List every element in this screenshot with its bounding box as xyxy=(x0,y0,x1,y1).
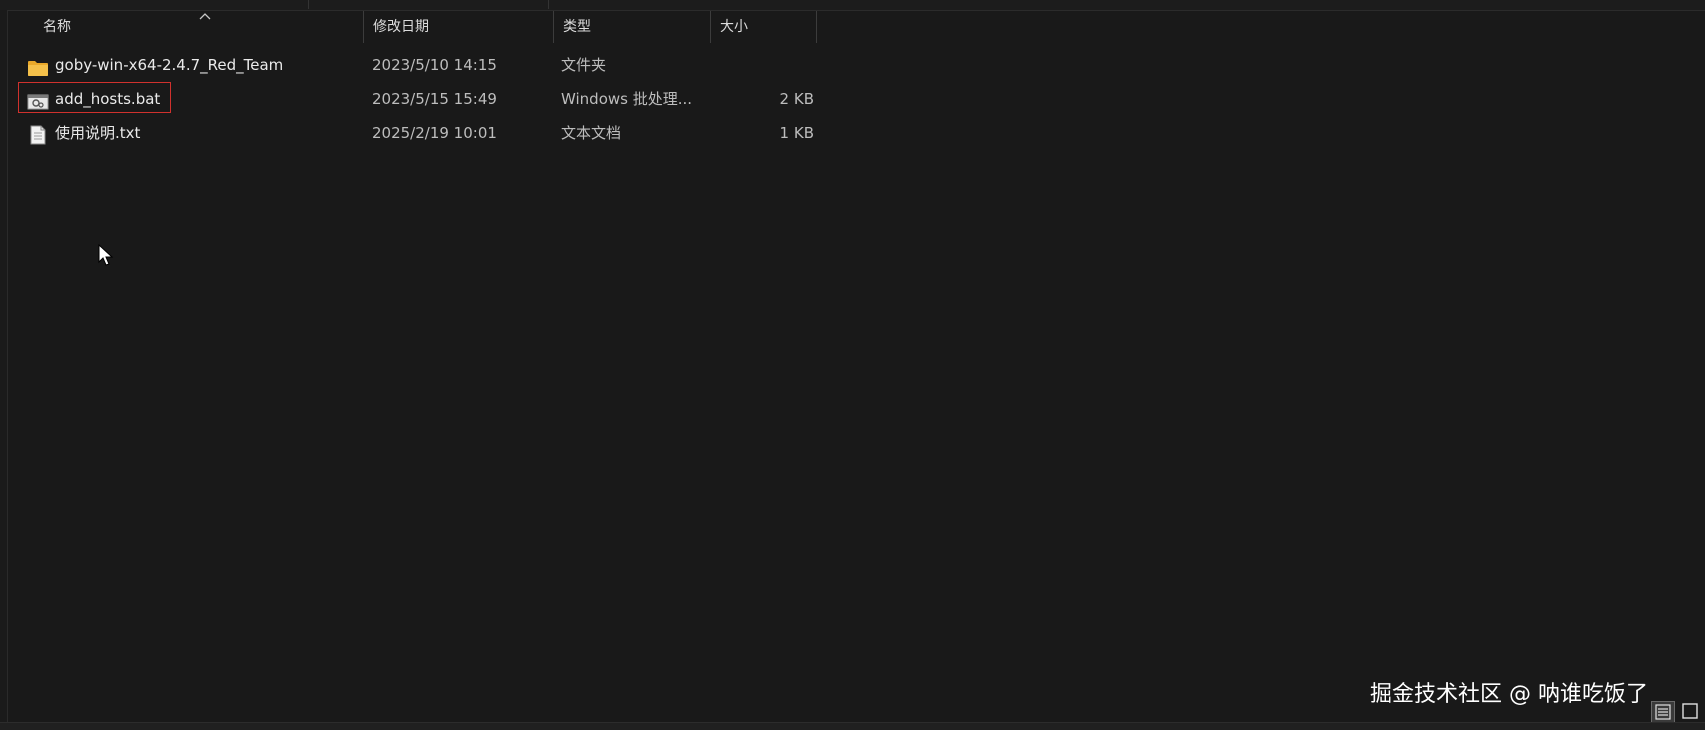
title-strip xyxy=(0,0,1705,11)
details-view-icon[interactable] xyxy=(1651,701,1675,723)
highlight-annotation-box xyxy=(18,82,171,113)
status-bar xyxy=(0,722,1705,730)
column-header-size[interactable]: 大小 xyxy=(711,11,817,43)
large-icons-view-icon[interactable] xyxy=(1679,701,1703,723)
list-item[interactable]: goby-win-x64-2.4.7_Red_Team 2023/5/10 14… xyxy=(8,49,818,81)
file-type: 文本文档 xyxy=(561,124,622,142)
mouse-cursor-icon xyxy=(98,243,114,272)
column-header-bar: 名称 修改日期 类型 大小 xyxy=(8,11,1705,43)
column-header-type[interactable]: 类型 xyxy=(554,11,710,43)
file-type: 文件夹 xyxy=(561,56,607,74)
column-header-date[interactable]: 修改日期 xyxy=(364,11,554,43)
navigation-pane-edge xyxy=(0,10,8,722)
file-date: 2025/2/19 10:01 xyxy=(372,124,497,142)
file-name: goby-win-x64-2.4.7_Red_Team xyxy=(55,56,284,74)
column-header-date-label: 修改日期 xyxy=(373,19,429,35)
file-date: 2023/5/15 15:49 xyxy=(372,90,497,108)
sort-up-icon xyxy=(199,11,211,23)
column-divider[interactable] xyxy=(816,11,817,43)
file-name: 使用说明.txt xyxy=(55,124,141,142)
file-date: 2023/5/10 14:15 xyxy=(372,56,497,74)
text-file-icon xyxy=(27,124,47,145)
list-item[interactable]: 使用说明.txt 2025/2/19 10:01 文本文档 1 KB xyxy=(8,117,818,149)
column-header-size-label: 大小 xyxy=(720,19,748,35)
file-size: 1 KB xyxy=(779,124,814,142)
file-size: 2 KB xyxy=(779,90,814,108)
column-header-name-label: 名称 xyxy=(43,19,71,35)
watermark-text: 掘金技术社区 @ 呐谁吃饭了 xyxy=(1370,682,1648,707)
file-explorer-window: 名称 修改日期 类型 大小 goby-win-x64-2.4.7_Red_Tea… xyxy=(0,0,1705,730)
column-header-type-label: 类型 xyxy=(563,19,591,35)
folder-icon xyxy=(27,56,48,76)
